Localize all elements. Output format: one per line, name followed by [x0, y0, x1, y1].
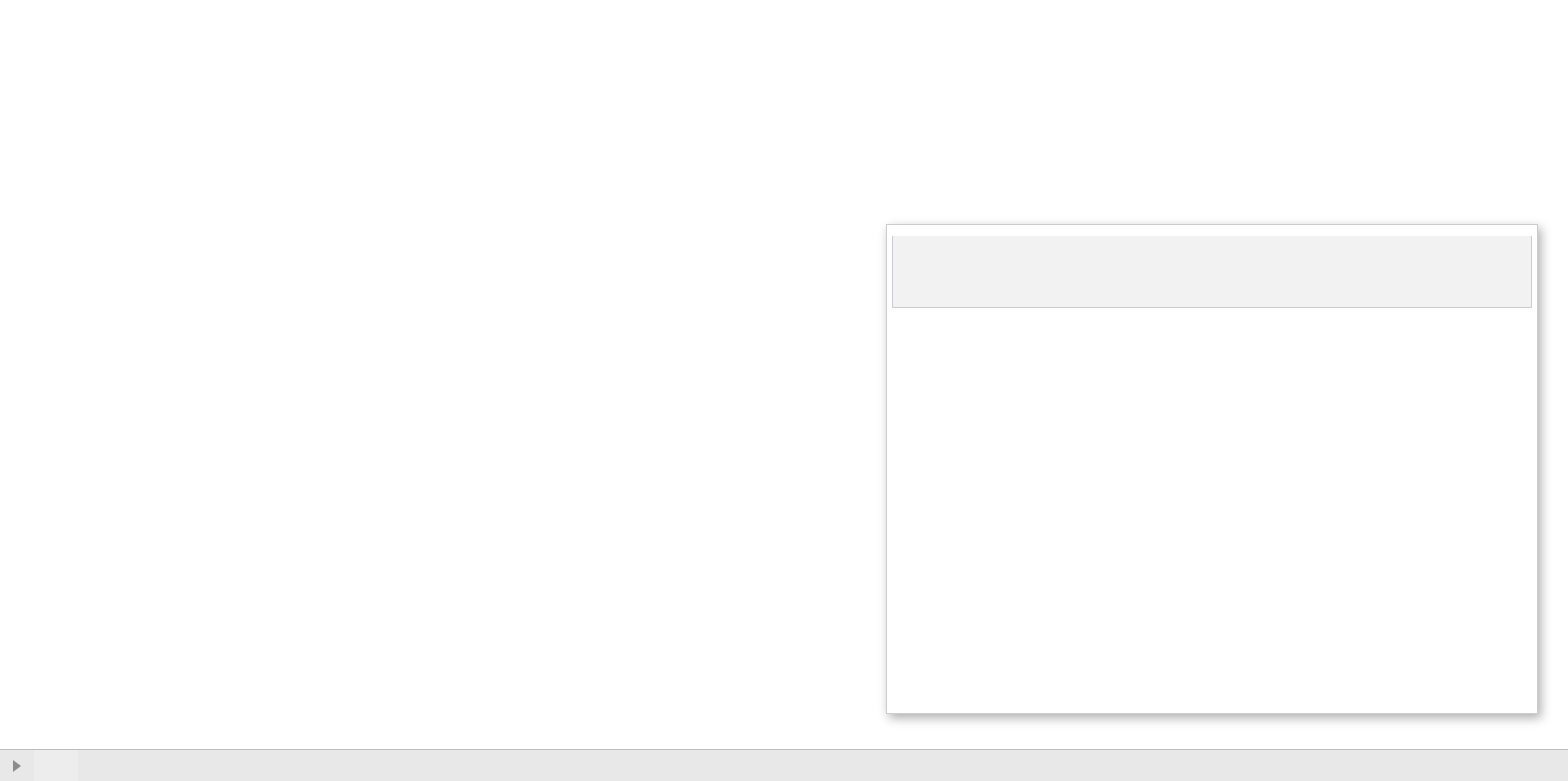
sheet-tab-bar[interactable] — [0, 749, 1568, 781]
add-sheet-button[interactable] — [34, 750, 78, 781]
notes-panel — [585, 64, 737, 77]
month-card-june[interactable] — [886, 224, 1538, 714]
month-card-title — [887, 225, 1537, 236]
play-triangle-icon — [13, 759, 21, 772]
tab-nav-next-button[interactable] — [0, 750, 34, 781]
worksheet-full-2022[interactable] — [0, 0, 1568, 749]
calendar-workbook — [0, 0, 1568, 781]
june-notes-area[interactable] — [892, 236, 1532, 308]
